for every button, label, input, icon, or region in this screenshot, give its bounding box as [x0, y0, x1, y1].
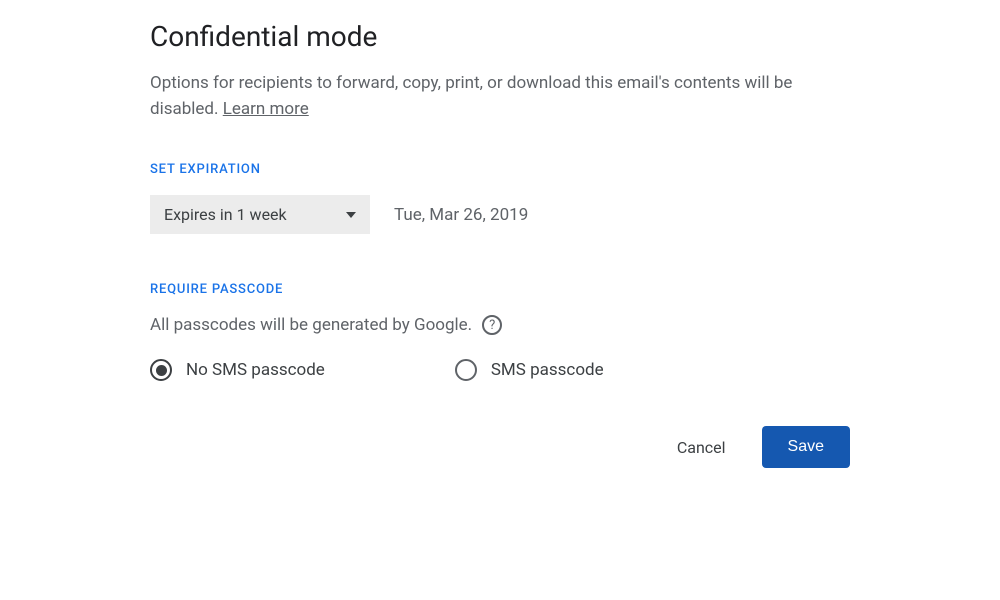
passcode-description-text: All passcodes will be generated by Googl…: [150, 315, 472, 335]
chevron-down-icon: [346, 212, 356, 218]
radio-label: No SMS passcode: [186, 360, 325, 380]
dialog-actions: Cancel Save: [150, 426, 850, 468]
expiration-dropdown[interactable]: Expires in 1 week: [150, 195, 370, 234]
dropdown-value: Expires in 1 week: [164, 205, 287, 224]
radio-label: SMS passcode: [491, 360, 604, 380]
learn-more-link[interactable]: Learn more: [223, 99, 309, 119]
help-icon[interactable]: ?: [482, 315, 502, 335]
cancel-button[interactable]: Cancel: [669, 428, 734, 467]
require-passcode-label: REQUIRE PASSCODE: [150, 282, 850, 297]
passcode-radio-group: No SMS passcode SMS passcode: [150, 359, 850, 381]
expiration-date: Tue, Mar 26, 2019: [394, 205, 528, 225]
radio-selected-icon: [150, 359, 172, 381]
expiration-row: Expires in 1 week Tue, Mar 26, 2019: [150, 195, 850, 234]
dialog-title: Confidential mode: [150, 20, 850, 53]
passcode-description-row: All passcodes will be generated by Googl…: [150, 315, 850, 335]
save-button[interactable]: Save: [762, 426, 850, 468]
radio-unselected-icon: [455, 359, 477, 381]
radio-sms-passcode[interactable]: SMS passcode: [455, 359, 604, 381]
radio-no-sms-passcode[interactable]: No SMS passcode: [150, 359, 325, 381]
confidential-mode-dialog: Confidential mode Options for recipients…: [150, 20, 850, 468]
dialog-description: Options for recipients to forward, copy,…: [150, 71, 850, 122]
set-expiration-label: SET EXPIRATION: [150, 162, 850, 177]
